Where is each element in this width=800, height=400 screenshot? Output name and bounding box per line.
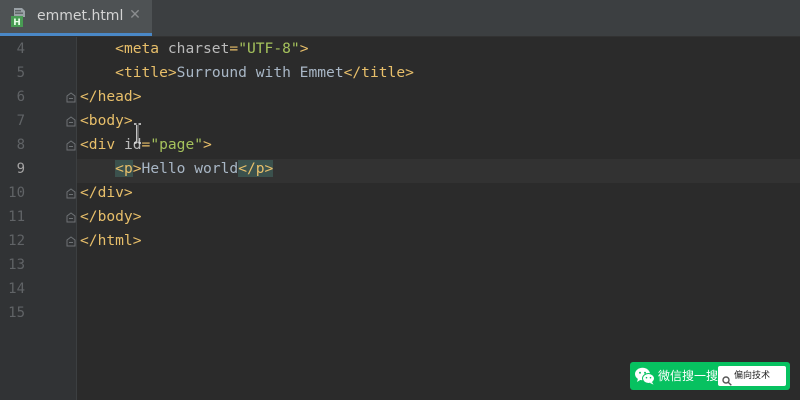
wechat-icon	[634, 366, 656, 386]
fold-marker-icon[interactable]	[66, 116, 76, 127]
html-tag-token: </p>	[238, 160, 274, 177]
badge-label: 微信搜一搜	[658, 369, 719, 383]
editor-tab-bar: H emmet.html ✕	[0, 0, 800, 37]
code-line[interactable]: </body>	[80, 205, 142, 229]
file-type-letter: H	[13, 18, 21, 27]
code-line[interactable]: </html>	[80, 229, 142, 253]
line-number-gutter[interactable]: 4 5 6 7 8 9 10 11 12 13 14 15	[0, 37, 77, 400]
html-tag-token: <meta	[115, 40, 168, 57]
code-line[interactable]: </head>	[80, 85, 142, 109]
code-line[interactable]: </div>	[80, 181, 133, 205]
html-tag-token: >	[299, 40, 309, 57]
html-tag-token: <div	[80, 136, 124, 153]
line-number: 6	[16, 89, 25, 105]
badge-search-box[interactable]: 偏向技术	[718, 366, 786, 386]
code-editor[interactable]: <meta charset="UTF-8"> <title>Surround w…	[77, 37, 800, 400]
indent-token	[80, 160, 115, 177]
html-tag-token: </html>	[80, 232, 142, 249]
fold-marker-icon[interactable]	[66, 140, 76, 151]
editor-window: H emmet.html ✕ 4 5 6 7 8 9 10 11 12 13 14 15 <meta …	[0, 0, 800, 400]
tab-emmet-html[interactable]: H emmet.html ✕	[0, 0, 152, 36]
html-tag-token: <title>	[115, 64, 177, 81]
html-tag-token: >	[132, 160, 142, 177]
html-file-icon: H	[11, 7, 27, 28]
fold-marker-icon[interactable]	[66, 212, 76, 223]
html-tag-token: =	[229, 40, 239, 57]
string-token: "UTF-8"	[238, 40, 300, 57]
html-tag-token: =	[141, 136, 151, 153]
line-number: 14	[8, 281, 25, 297]
html-tag-token: </div>	[80, 184, 133, 201]
html-tag-token: </head>	[80, 88, 142, 105]
indent-token	[80, 64, 115, 81]
code-line[interactable]: <body>	[80, 109, 133, 133]
line-number: 8	[16, 137, 25, 153]
code-line[interactable]: <p>Hello world</p>	[80, 157, 274, 181]
fold-marker-icon[interactable]	[66, 92, 76, 103]
string-token: "page"	[150, 136, 204, 153]
line-number: 12	[8, 233, 25, 249]
fold-marker-icon[interactable]	[66, 188, 76, 199]
html-tag-token: </body>	[80, 208, 142, 225]
text-token: Surround with Emmet	[176, 64, 344, 81]
indent-token	[80, 40, 115, 57]
close-icon[interactable]: ✕	[128, 8, 142, 22]
attribute-token: charset	[167, 40, 230, 57]
line-number: 4	[16, 41, 25, 57]
line-number: 9	[16, 161, 25, 177]
line-number: 11	[8, 209, 25, 225]
html-tag-token: </title>	[343, 64, 414, 81]
html-tag-token: <body>	[80, 112, 133, 129]
html-tag-token: >	[203, 136, 212, 153]
html-tag-token: <p	[115, 160, 133, 177]
code-line[interactable]: <title>Surround with Emmet</title>	[80, 61, 414, 85]
code-line[interactable]: <div id="page">	[80, 133, 212, 157]
magnifier-icon	[722, 371, 732, 386]
line-number: 5	[16, 65, 25, 81]
line-number: 15	[8, 305, 25, 321]
line-number: 7	[16, 113, 25, 129]
line-number: 13	[8, 257, 25, 273]
text-token: Hello world	[141, 160, 239, 177]
fold-marker-icon[interactable]	[66, 236, 76, 247]
ibeam-cursor-icon	[134, 123, 141, 144]
tab-label: emmet.html	[37, 8, 124, 24]
wechat-search-badge[interactable]: 微信搜一搜 偏向技术	[630, 362, 790, 390]
code-line[interactable]: <meta charset="UTF-8">	[80, 37, 309, 61]
badge-query: 偏向技术	[734, 371, 771, 381]
line-number: 10	[8, 185, 25, 201]
